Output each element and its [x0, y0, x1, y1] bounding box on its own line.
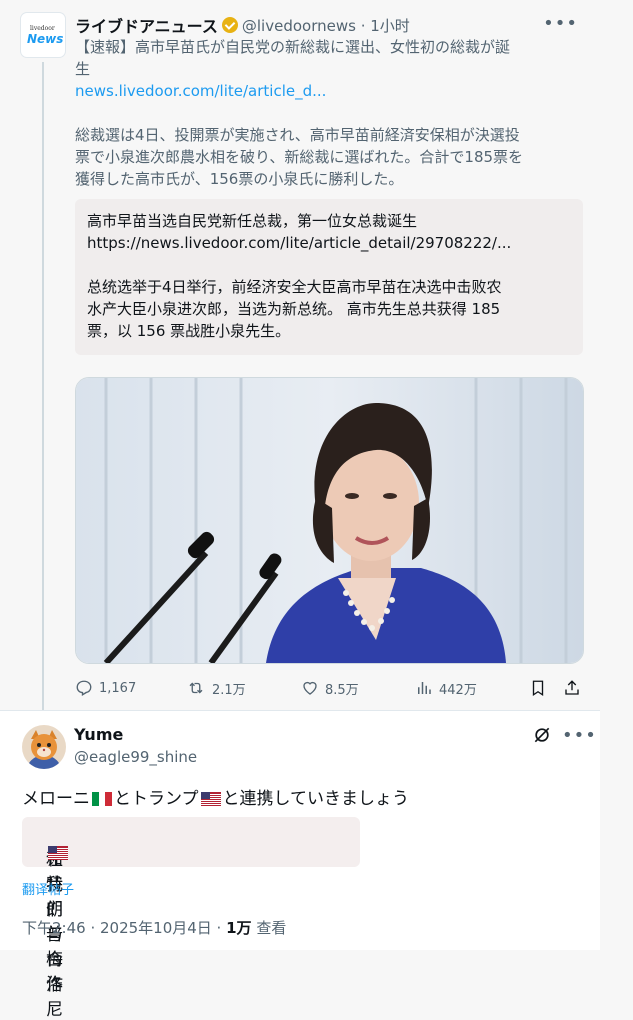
verified-icon	[221, 17, 238, 33]
reply-author-name[interactable]: Yume	[74, 725, 123, 744]
tweet-actions: 1,167 2.1万 8.5万 442万	[75, 676, 585, 700]
reply-author-handle[interactable]: @eagle99_shine	[74, 748, 197, 766]
translation-box: 高市早苗当选自民党新任总裁，第一位女总裁诞生 https://news.live…	[75, 199, 583, 355]
livedoor-avatar[interactable]: livedoor News	[21, 13, 65, 57]
reply-button[interactable]: 1,167	[75, 676, 136, 700]
scroll-gutter	[600, 0, 633, 950]
thread-line	[42, 62, 44, 710]
reply-meta: 下午2:46 · 2025年10月4日 · 1万 查看	[22, 917, 286, 938]
like-icon	[303, 681, 317, 695]
translation-link[interactable]: https://news.livedoor.com/lite/article_d…	[87, 232, 567, 254]
bookmark-button[interactable]	[529, 676, 553, 700]
translation-line: 总统选举于4日举行，前经济安全大臣高市早苗在决选中击败农	[87, 278, 502, 296]
cat-avatar-icon	[22, 725, 66, 769]
logo-livedoor-text: livedoor	[30, 25, 55, 32]
share-icon	[565, 680, 579, 695]
like-button[interactable]: 8.5万	[301, 676, 359, 700]
author-name[interactable]: ライブドアニュース	[75, 13, 218, 37]
reply-views-count: 1万	[226, 919, 252, 937]
retweet-icon	[189, 682, 203, 694]
tweet-headline-line: 生	[75, 60, 91, 78]
more-icon[interactable]: •••	[543, 13, 578, 34]
reply-count: 1,167	[99, 680, 137, 696]
translation-line: 高市早苗当选自民党新任总裁，第一位女总裁诞生	[87, 212, 418, 230]
reply-text-part: と連携していきましょう	[222, 789, 410, 809]
translation-line: 水产大臣小泉进次郎，当选为新总统。 高市先生总共获得 185	[87, 300, 501, 318]
reply-text-part: とトランプ	[114, 789, 199, 809]
views-count: 442万	[439, 682, 477, 698]
reply-timestamp[interactable]: 下午2:46 · 2025年10月4日 ·	[22, 919, 226, 937]
reply-tweet[interactable]: Yume @eagle99_shine ••• メローニ とトランプ と連携していき…	[0, 711, 600, 1020]
views-button[interactable]: 442万	[415, 676, 477, 700]
usa-flag-icon	[48, 845, 68, 860]
reply-text: メローニ とトランプ と連携していきましょう	[22, 784, 409, 809]
press-conference-photo	[76, 378, 583, 663]
reply-views-label: 查看	[251, 919, 287, 937]
share-button[interactable]	[563, 676, 587, 700]
translate-post-link[interactable]: 翻译帖子	[22, 879, 74, 898]
retweet-count: 2.1万	[212, 682, 246, 698]
more-icon[interactable]: •••	[562, 725, 597, 746]
avatar[interactable]	[22, 725, 66, 769]
tweet-header: ライブドアニュース @livedoornews · 1小时	[75, 13, 410, 37]
page: livedoor News ライブドアニュース @livedoornews · …	[0, 0, 633, 1020]
reply-icon	[76, 680, 92, 696]
reply-translation-box: 让我们与梅洛尼 和特朗普合作	[22, 817, 360, 1020]
bookmark-icon	[532, 680, 544, 697]
logo-news-text: News	[27, 32, 64, 46]
tweet-body: 総裁選は4日、投開票が実施され、高市早苗前経済安保相が決選投 票で小泉進次郎農水…	[75, 124, 585, 190]
author-handle-time[interactable]: @livedoornews · 1小时	[242, 15, 410, 36]
grok-icon[interactable]	[532, 725, 552, 749]
italy-flag-icon	[92, 791, 112, 806]
article-link[interactable]: news.livedoor.com/lite/article_d...	[75, 82, 326, 100]
tweet-headline: 【速報】高市早苗氏が自民党の新総裁に選出、女性初の総裁が誕 生	[75, 36, 580, 80]
article-photo[interactable]	[75, 377, 584, 664]
usa-flag-icon	[200, 791, 221, 806]
like-count: 8.5万	[325, 682, 359, 698]
quoted-tweet[interactable]: livedoor News ライブドアニュース @livedoornews · …	[0, 0, 600, 710]
views-icon	[418, 682, 431, 694]
reply-text-part: メローニ	[22, 789, 90, 809]
tweet-body-line: 総裁選は4日、投開票が実施され、高市早苗前経済安保相が決選投	[75, 126, 520, 144]
tweet-body-line: 獲得した高市氏が、156票の小泉氏に勝利した。	[75, 170, 404, 188]
tweet-body-line: 票で小泉進次郎農水相を破り、新総裁に選ばれた。合計で185票を	[75, 148, 524, 166]
tweet-headline-line: 【速報】高市早苗氏が自民党の新総裁に選出、女性初の総裁が誕	[75, 38, 511, 56]
translation-line: 票，以 156 票战胜小泉先生。	[87, 322, 291, 340]
retweet-button[interactable]: 2.1万	[186, 676, 246, 700]
